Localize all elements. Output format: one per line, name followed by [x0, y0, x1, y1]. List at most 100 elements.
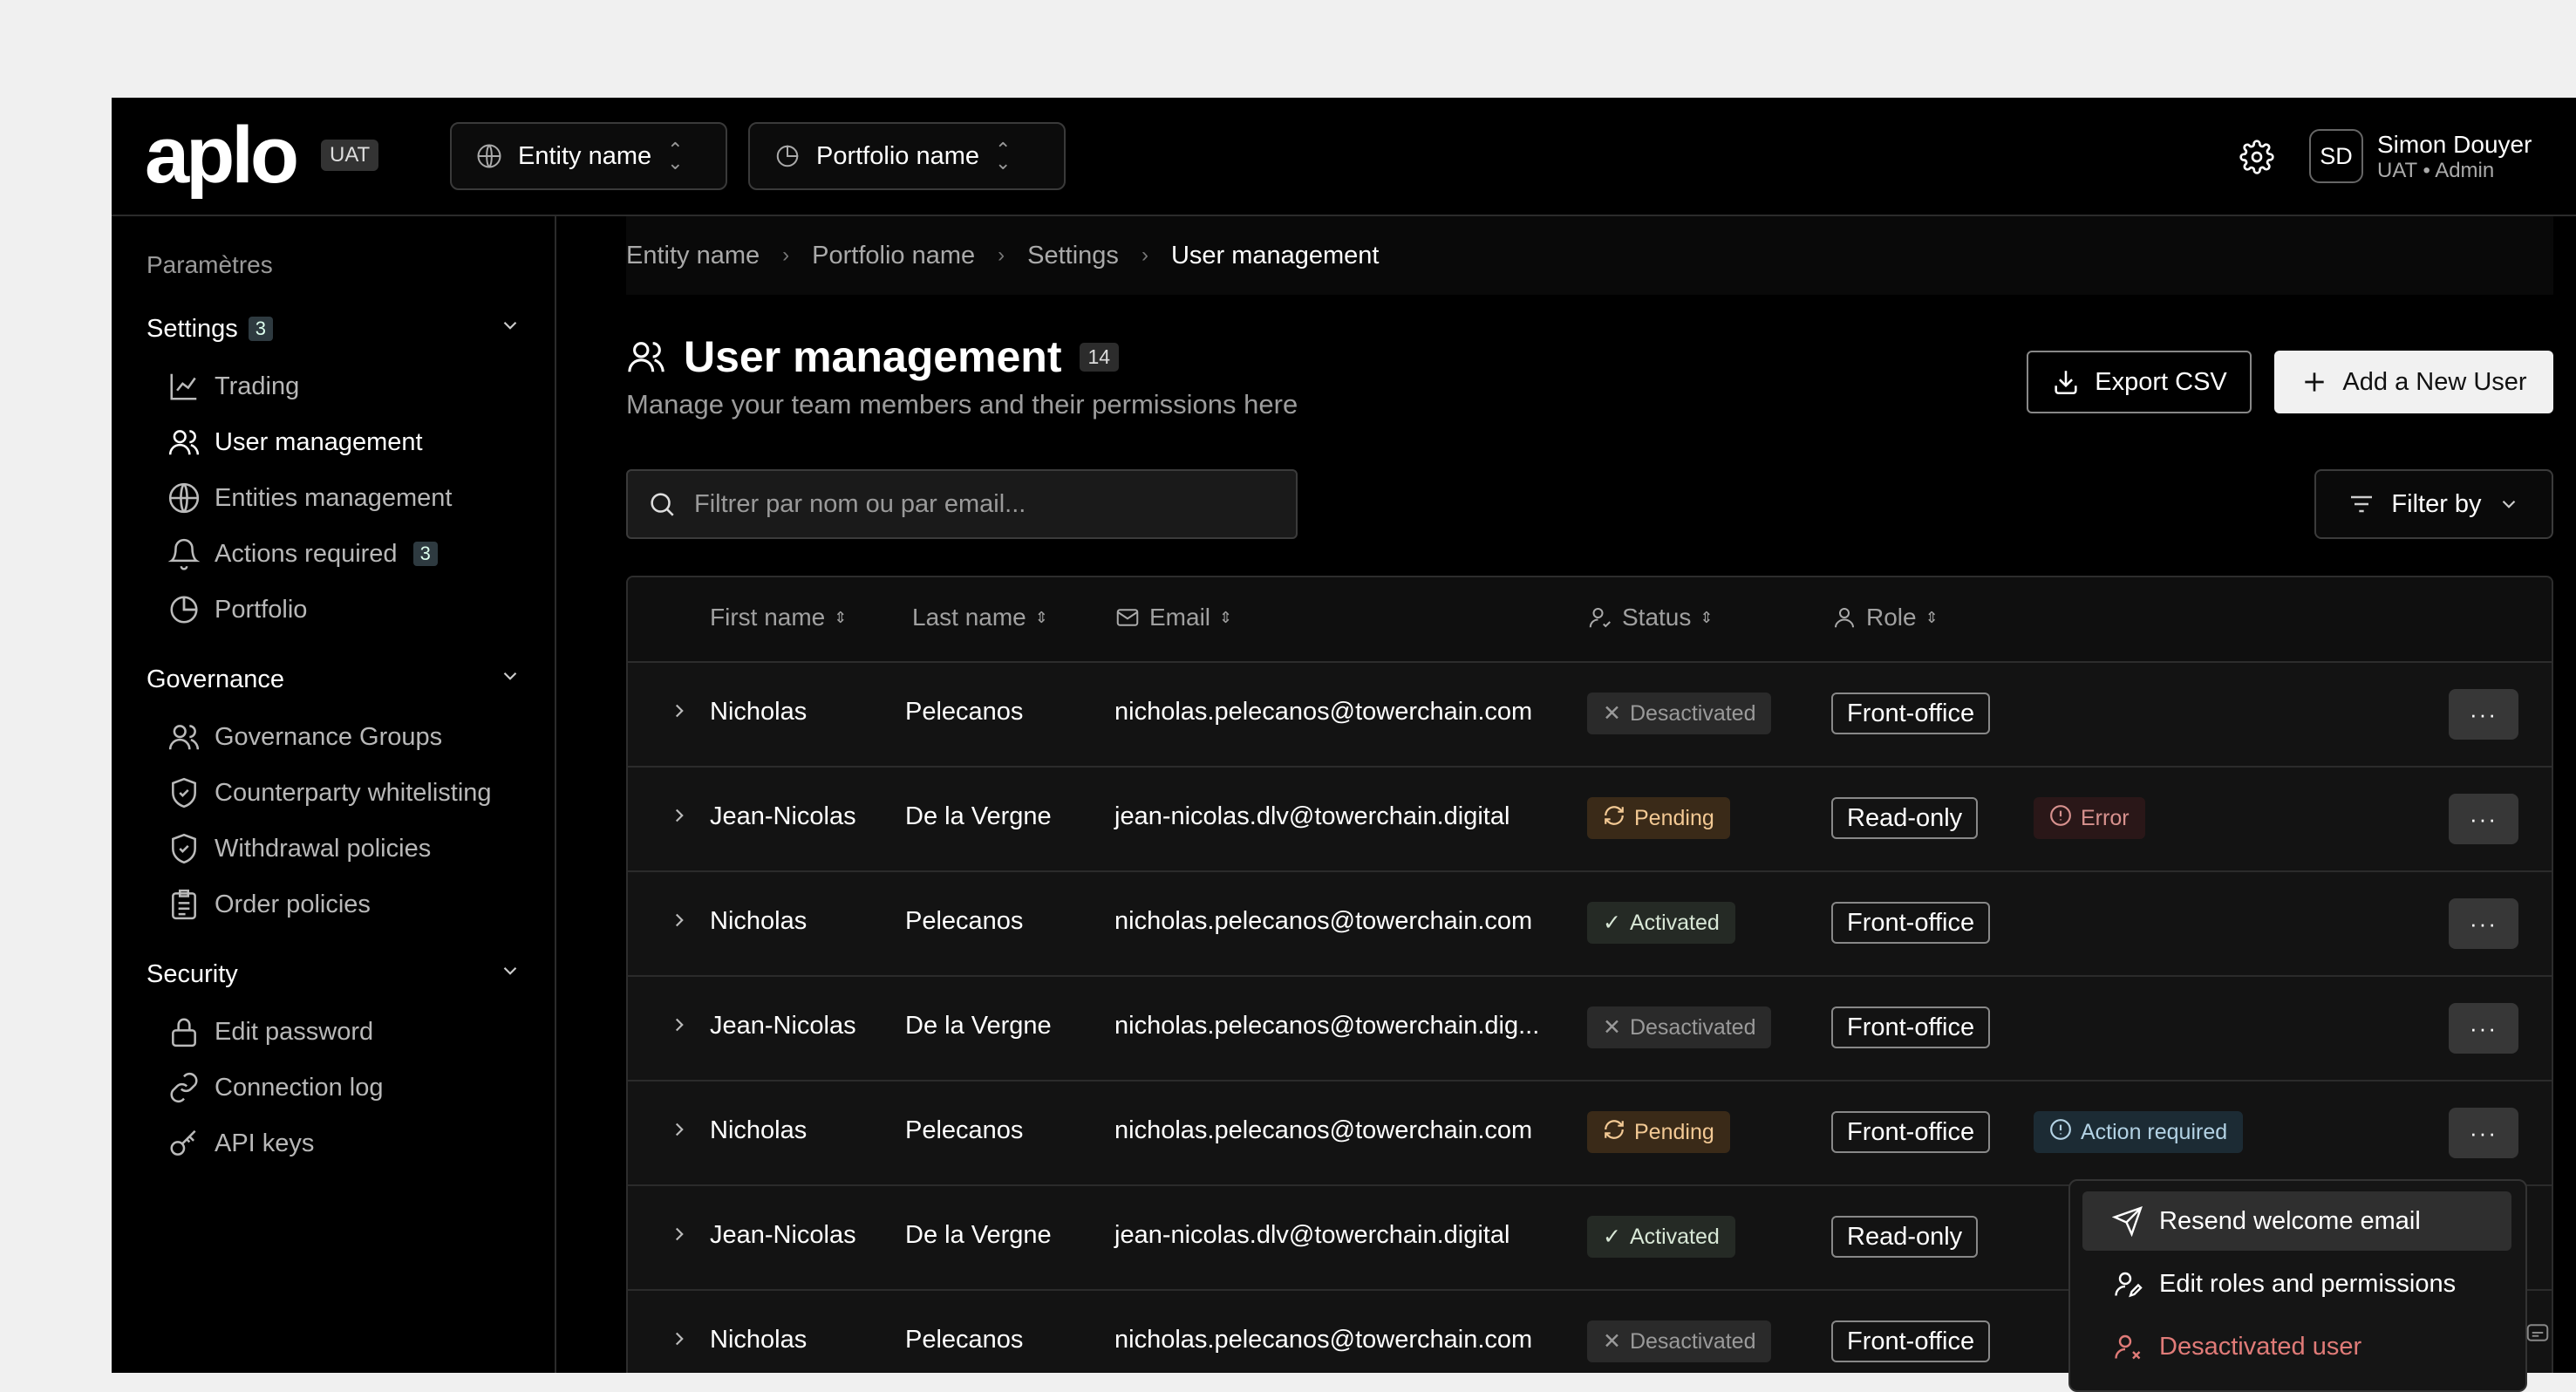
column-header-role[interactable]: Role ⇕ [1831, 604, 1939, 631]
sidebar-item-governance-groups[interactable]: Governance Groups [167, 720, 442, 754]
table-header: First name ⇕ Last name ⇕ Email ⇕ Status ⇕ Ro… [628, 577, 2552, 663]
sidebar-item-label: Connection log [215, 1073, 384, 1102]
search-field[interactable] [626, 469, 1298, 539]
role-badge: Front-office [1831, 1006, 1991, 1048]
portfolio-selector-label: Portfolio name [816, 141, 979, 170]
bell-icon [167, 537, 201, 570]
download-icon [2051, 367, 2081, 397]
sidebar-item-trading[interactable]: Trading [167, 370, 299, 403]
sidebar-item-portfolio[interactable]: Portfolio [167, 593, 307, 626]
menu-item-label: Resend welcome email [2159, 1206, 2421, 1235]
breadcrumb-item[interactable]: Entity name [626, 242, 760, 270]
sidebar-item-order-policies[interactable]: Order policies [167, 888, 371, 921]
alert-circle-icon [2049, 804, 2072, 833]
sidebar-section-settings[interactable]: Settings 3 [147, 314, 521, 344]
gear-icon[interactable] [2236, 136, 2278, 178]
breadcrumb: Entity name › Portfolio name › Settings … [626, 216, 2553, 295]
sidebar-item-withdrawal-policies[interactable]: Withdrawal policies [167, 832, 431, 865]
role-badge: Front-office [1831, 1320, 1991, 1362]
filter-by-button[interactable]: Filter by [2314, 469, 2553, 539]
shield-check-icon [167, 776, 201, 809]
add-user-label: Add a New User [2342, 367, 2527, 396]
column-header-email[interactable]: Email ⇕ [1114, 604, 1232, 631]
row-actions-button[interactable]: ··· [2449, 898, 2518, 949]
users-icon [167, 720, 201, 754]
chevron-right-icon: › [782, 243, 790, 267]
portfolio-selector[interactable]: Portfolio name ⌃ ⌄ [748, 122, 1066, 190]
table-row[interactable]: Nicholas Pelecanos nicholas.pelecanos@to… [628, 661, 2552, 768]
pie-chart-icon [774, 143, 801, 169]
status-label: Pending [1634, 805, 1714, 830]
sidebar-section-security[interactable]: Security [147, 959, 521, 989]
chevron-right-icon[interactable] [668, 1013, 691, 1041]
menu-item-edit-roles[interactable]: Edit roles and permissions [2082, 1254, 2511, 1314]
table-row[interactable]: Jean-Nicolas De la Vergne nicholas.pelec… [628, 975, 2552, 1082]
sidebar-item-entities-management[interactable]: Entities management [167, 481, 452, 515]
page-title: User management 14 [626, 331, 1120, 382]
sort-icon: ⇕ [1700, 608, 1714, 626]
users-icon [626, 337, 666, 377]
sidebar-item-user-management[interactable]: User management [167, 426, 423, 459]
sidebar-item-label: Order policies [215, 890, 371, 918]
lock-icon [167, 1015, 201, 1048]
table-row[interactable]: Jean-Nicolas De la Vergne jean-nicolas.d… [628, 766, 2552, 872]
globe-icon [476, 143, 502, 169]
caption-icon[interactable] [2522, 1317, 2553, 1348]
chevron-right-icon[interactable] [668, 699, 691, 727]
x-icon: ✕ [1603, 1329, 1621, 1354]
breadcrumb-item[interactable]: Portfolio name [812, 242, 975, 270]
more-horizontal-icon: ··· [2470, 910, 2498, 937]
background-window-title [235, 38, 241, 61]
row-actions-button[interactable]: ··· [2449, 689, 2518, 740]
entity-selector[interactable]: Entity name ⌃ ⌄ [450, 122, 727, 190]
chevron-right-icon[interactable] [668, 909, 691, 936]
chevron-right-icon[interactable] [668, 1223, 691, 1250]
status-badge: ✕ Desactivated [1587, 1006, 1772, 1048]
column-header-last-name[interactable]: Last name ⇕ [912, 604, 1048, 631]
row-actions-button[interactable]: ··· [2449, 1003, 2518, 1054]
aplo-logo[interactable]: aplo [145, 115, 299, 195]
breadcrumb-current: User management [1170, 241, 1380, 270]
cell-first-name: Nicholas [710, 907, 808, 935]
column-label: First name [710, 604, 826, 631]
sidebar-item-connection-log[interactable]: Connection log [167, 1071, 383, 1104]
avatar[interactable]: SD [2309, 129, 2363, 183]
globe-icon [167, 481, 201, 515]
cell-last-name: Pelecanos [905, 698, 1024, 726]
table-row[interactable]: Nicholas Pelecanos nicholas.pelecanos@to… [628, 1080, 2552, 1186]
search-input[interactable] [692, 488, 1277, 520]
search-icon [647, 489, 677, 519]
sidebar-item-label: Trading [215, 372, 300, 400]
export-csv-button[interactable]: Export CSV [2027, 351, 2252, 413]
sort-icon: ⇕ [1034, 608, 1048, 626]
sort-icon: ⇕ [1925, 608, 1939, 626]
error-badge: Error [2034, 797, 2145, 839]
sort-icon: ⇕ [834, 608, 848, 626]
row-actions-button[interactable]: ··· [2449, 794, 2518, 844]
cell-email: jean-nicolas.dlv@towerchain.digital [1114, 1221, 1510, 1249]
check-icon: ✓ [1603, 1225, 1621, 1249]
sidebar-section-label: Security [147, 959, 238, 988]
status-label: Activated [1629, 910, 1720, 935]
chevron-right-icon[interactable] [668, 1327, 691, 1354]
sidebar-item-api-keys[interactable]: API keys [167, 1127, 314, 1160]
breadcrumb-item[interactable]: Settings [1027, 242, 1119, 270]
menu-item-resend-welcome-email[interactable]: Resend welcome email [2082, 1191, 2511, 1251]
column-header-status[interactable]: Status ⇕ [1587, 604, 1713, 631]
cell-email: nicholas.pelecanos@towerchain.com [1114, 1326, 1533, 1354]
sidebar-item-label: API keys [215, 1129, 315, 1157]
sidebar-item-edit-password[interactable]: Edit password [167, 1015, 373, 1048]
sidebar-section-governance[interactable]: Governance [147, 665, 521, 694]
sidebar-item-actions-required[interactable]: Actions required 3 [167, 537, 438, 570]
status-badge: ✕ Desactivated [1587, 693, 1772, 734]
table-row[interactable]: Nicholas Pelecanos nicholas.pelecanos@to… [628, 870, 2552, 977]
chevron-right-icon[interactable] [668, 1118, 691, 1145]
sidebar-item-label: Withdrawal policies [215, 834, 432, 863]
column-header-first-name[interactable]: First name ⇕ [710, 604, 847, 631]
add-user-button[interactable]: Add a New User [2274, 351, 2553, 413]
sidebar-item-label: Governance Groups [215, 722, 443, 751]
menu-item-deactivate-user[interactable]: Desactivated user [2082, 1317, 2511, 1376]
row-actions-button[interactable]: ··· [2449, 1108, 2518, 1158]
chevron-right-icon[interactable] [668, 804, 691, 831]
sidebar-item-counterparty-whitelisting[interactable]: Counterparty whitelisting [167, 776, 492, 809]
